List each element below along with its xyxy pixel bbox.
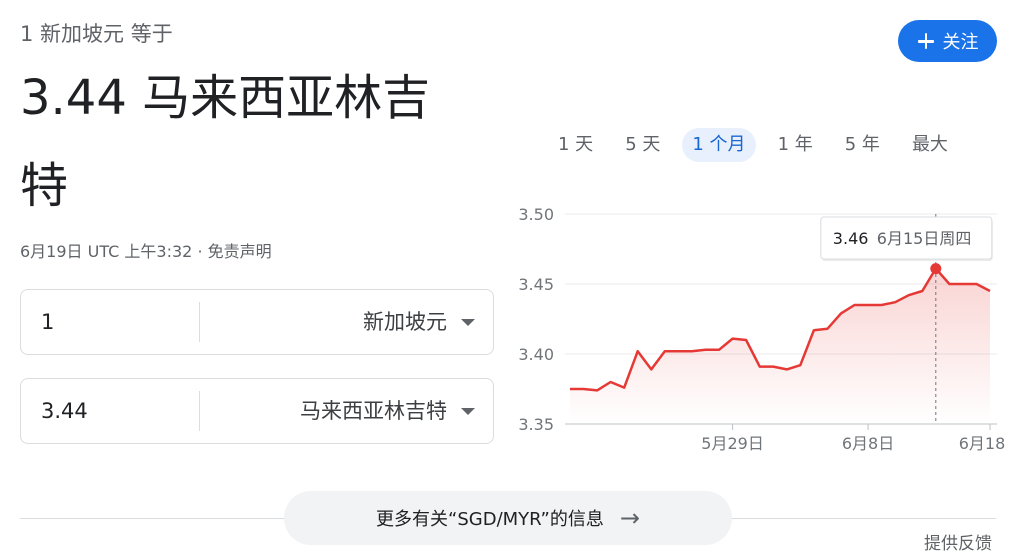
follow-label: 关注 [942,32,979,53]
to-currency-box: 3.44 马来西亚林吉特 [20,378,494,444]
arrow-right-icon: → [619,504,640,532]
range-tab-1y[interactable]: 1 年 [768,128,823,162]
to-amount-input[interactable]: 3.44 [41,379,88,443]
feedback-link[interactable]: 提供反馈 [924,529,992,554]
y-tick-label: 3.40 [518,345,554,364]
from-amount-input[interactable]: 1 [41,290,54,354]
caret-down-icon[interactable] [461,319,475,326]
range-tab-5y[interactable]: 5 年 [835,128,890,162]
chart-area [570,268,990,424]
y-tick-label: 3.35 [518,415,554,434]
time-range-tabs: 1 天 5 天 1 个月 1 年 5 年 最大 [548,128,970,162]
caret-down-icon[interactable] [461,408,475,415]
to-divider [199,391,200,431]
exchange-rate-chart[interactable]: 3.50 3.45 3.40 3.35 5月29日 6月8日 6月18日 3.46 6月15日周… [505,195,1005,465]
y-tick-label: 3.45 [518,275,554,294]
hover-point [930,263,942,275]
timestamp-disclaimer[interactable]: 6月19日 UTC 上午3:32 · 免责声明 [20,238,272,262]
conversion-result-line1: 3.44 马来西亚林吉 [20,70,431,126]
range-tab-5d[interactable]: 5 天 [615,128,670,162]
more-info-label: 更多有关“SGD/MYR”的信息 [376,509,604,530]
plus-icon [917,32,935,50]
x-tick-label: 6月18日 [959,434,1005,453]
x-tick-label: 5月29日 [701,434,764,453]
range-tab-max[interactable]: 最大 [902,128,958,162]
more-info-button[interactable]: 更多有关“SGD/MYR”的信息 → [284,491,732,545]
range-tab-1d[interactable]: 1 天 [548,128,603,162]
conversion-result-line2: 特 [20,158,69,214]
from-currency-box: 1 新加坡元 [20,289,494,355]
x-tick-label: 6月8日 [842,434,894,453]
range-tab-1m[interactable]: 1 个月 [682,128,756,162]
tooltip-value: 3.46 [833,229,869,248]
y-tick-label: 3.50 [518,205,554,224]
tooltip-date: 6月15日周四 [877,229,972,248]
from-currency-select[interactable]: 新加坡元 [363,290,447,354]
to-currency-select[interactable]: 马来西亚林吉特 [300,379,447,443]
conversion-subtitle: 1 新加坡元 等于 [20,22,173,46]
follow-button[interactable]: 关注 [898,20,997,62]
from-divider [199,302,200,342]
